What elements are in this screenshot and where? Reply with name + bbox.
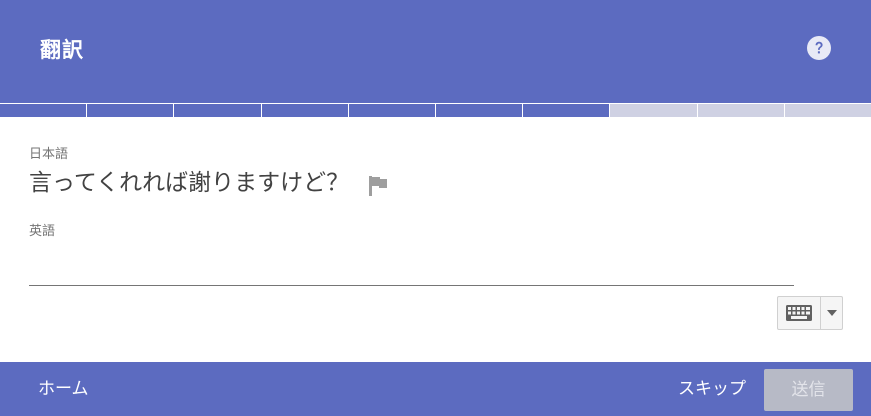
source-sentence: 言ってくれれば謝りますけど？ <box>29 170 350 196</box>
progress-segment-done <box>173 103 261 117</box>
footer-bar: ホーム スキップ 送信 <box>0 362 871 416</box>
source-sentence-row: 言ってくれれば謝りますけど？ <box>29 166 391 200</box>
keyboard-icon <box>786 305 812 321</box>
progress-segment-todo <box>783 103 871 117</box>
report-flag-button[interactable] <box>367 174 391 198</box>
source-language-label: 日本語 <box>29 147 69 162</box>
skip-button[interactable]: スキップ <box>678 376 746 402</box>
progress-segment-done <box>435 103 523 117</box>
page-title: 翻訳 <box>40 38 84 62</box>
flag-icon <box>369 176 388 196</box>
progress-segment-todo <box>609 103 697 117</box>
submit-button[interactable]: 送信 <box>764 369 853 411</box>
progress-segment-todo <box>696 103 784 117</box>
progress-segment-done <box>86 103 174 117</box>
progress-segment-done <box>347 103 436 117</box>
keyboard-dropdown-button[interactable] <box>821 297 842 329</box>
translation-app: 翻訳 日本語 言ってくれれば謝りますけど？ 英語 ホーム スキップ 送信 <box>0 0 871 416</box>
caret-down-icon <box>826 310 837 316</box>
header-bar: 翻訳 <box>0 0 871 103</box>
help-circle-icon <box>807 36 831 60</box>
target-language-label: 英語 <box>29 224 56 239</box>
progress-segment-done <box>260 103 348 117</box>
progress-bar <box>0 103 871 117</box>
translation-input[interactable] <box>29 250 794 286</box>
progress-segment-done <box>0 103 87 117</box>
home-button[interactable]: ホーム <box>38 376 89 402</box>
keyboard-toggle[interactable] <box>777 296 843 330</box>
progress-segment-done <box>522 103 610 117</box>
keyboard-button[interactable] <box>778 297 821 329</box>
help-button[interactable] <box>807 36 831 60</box>
